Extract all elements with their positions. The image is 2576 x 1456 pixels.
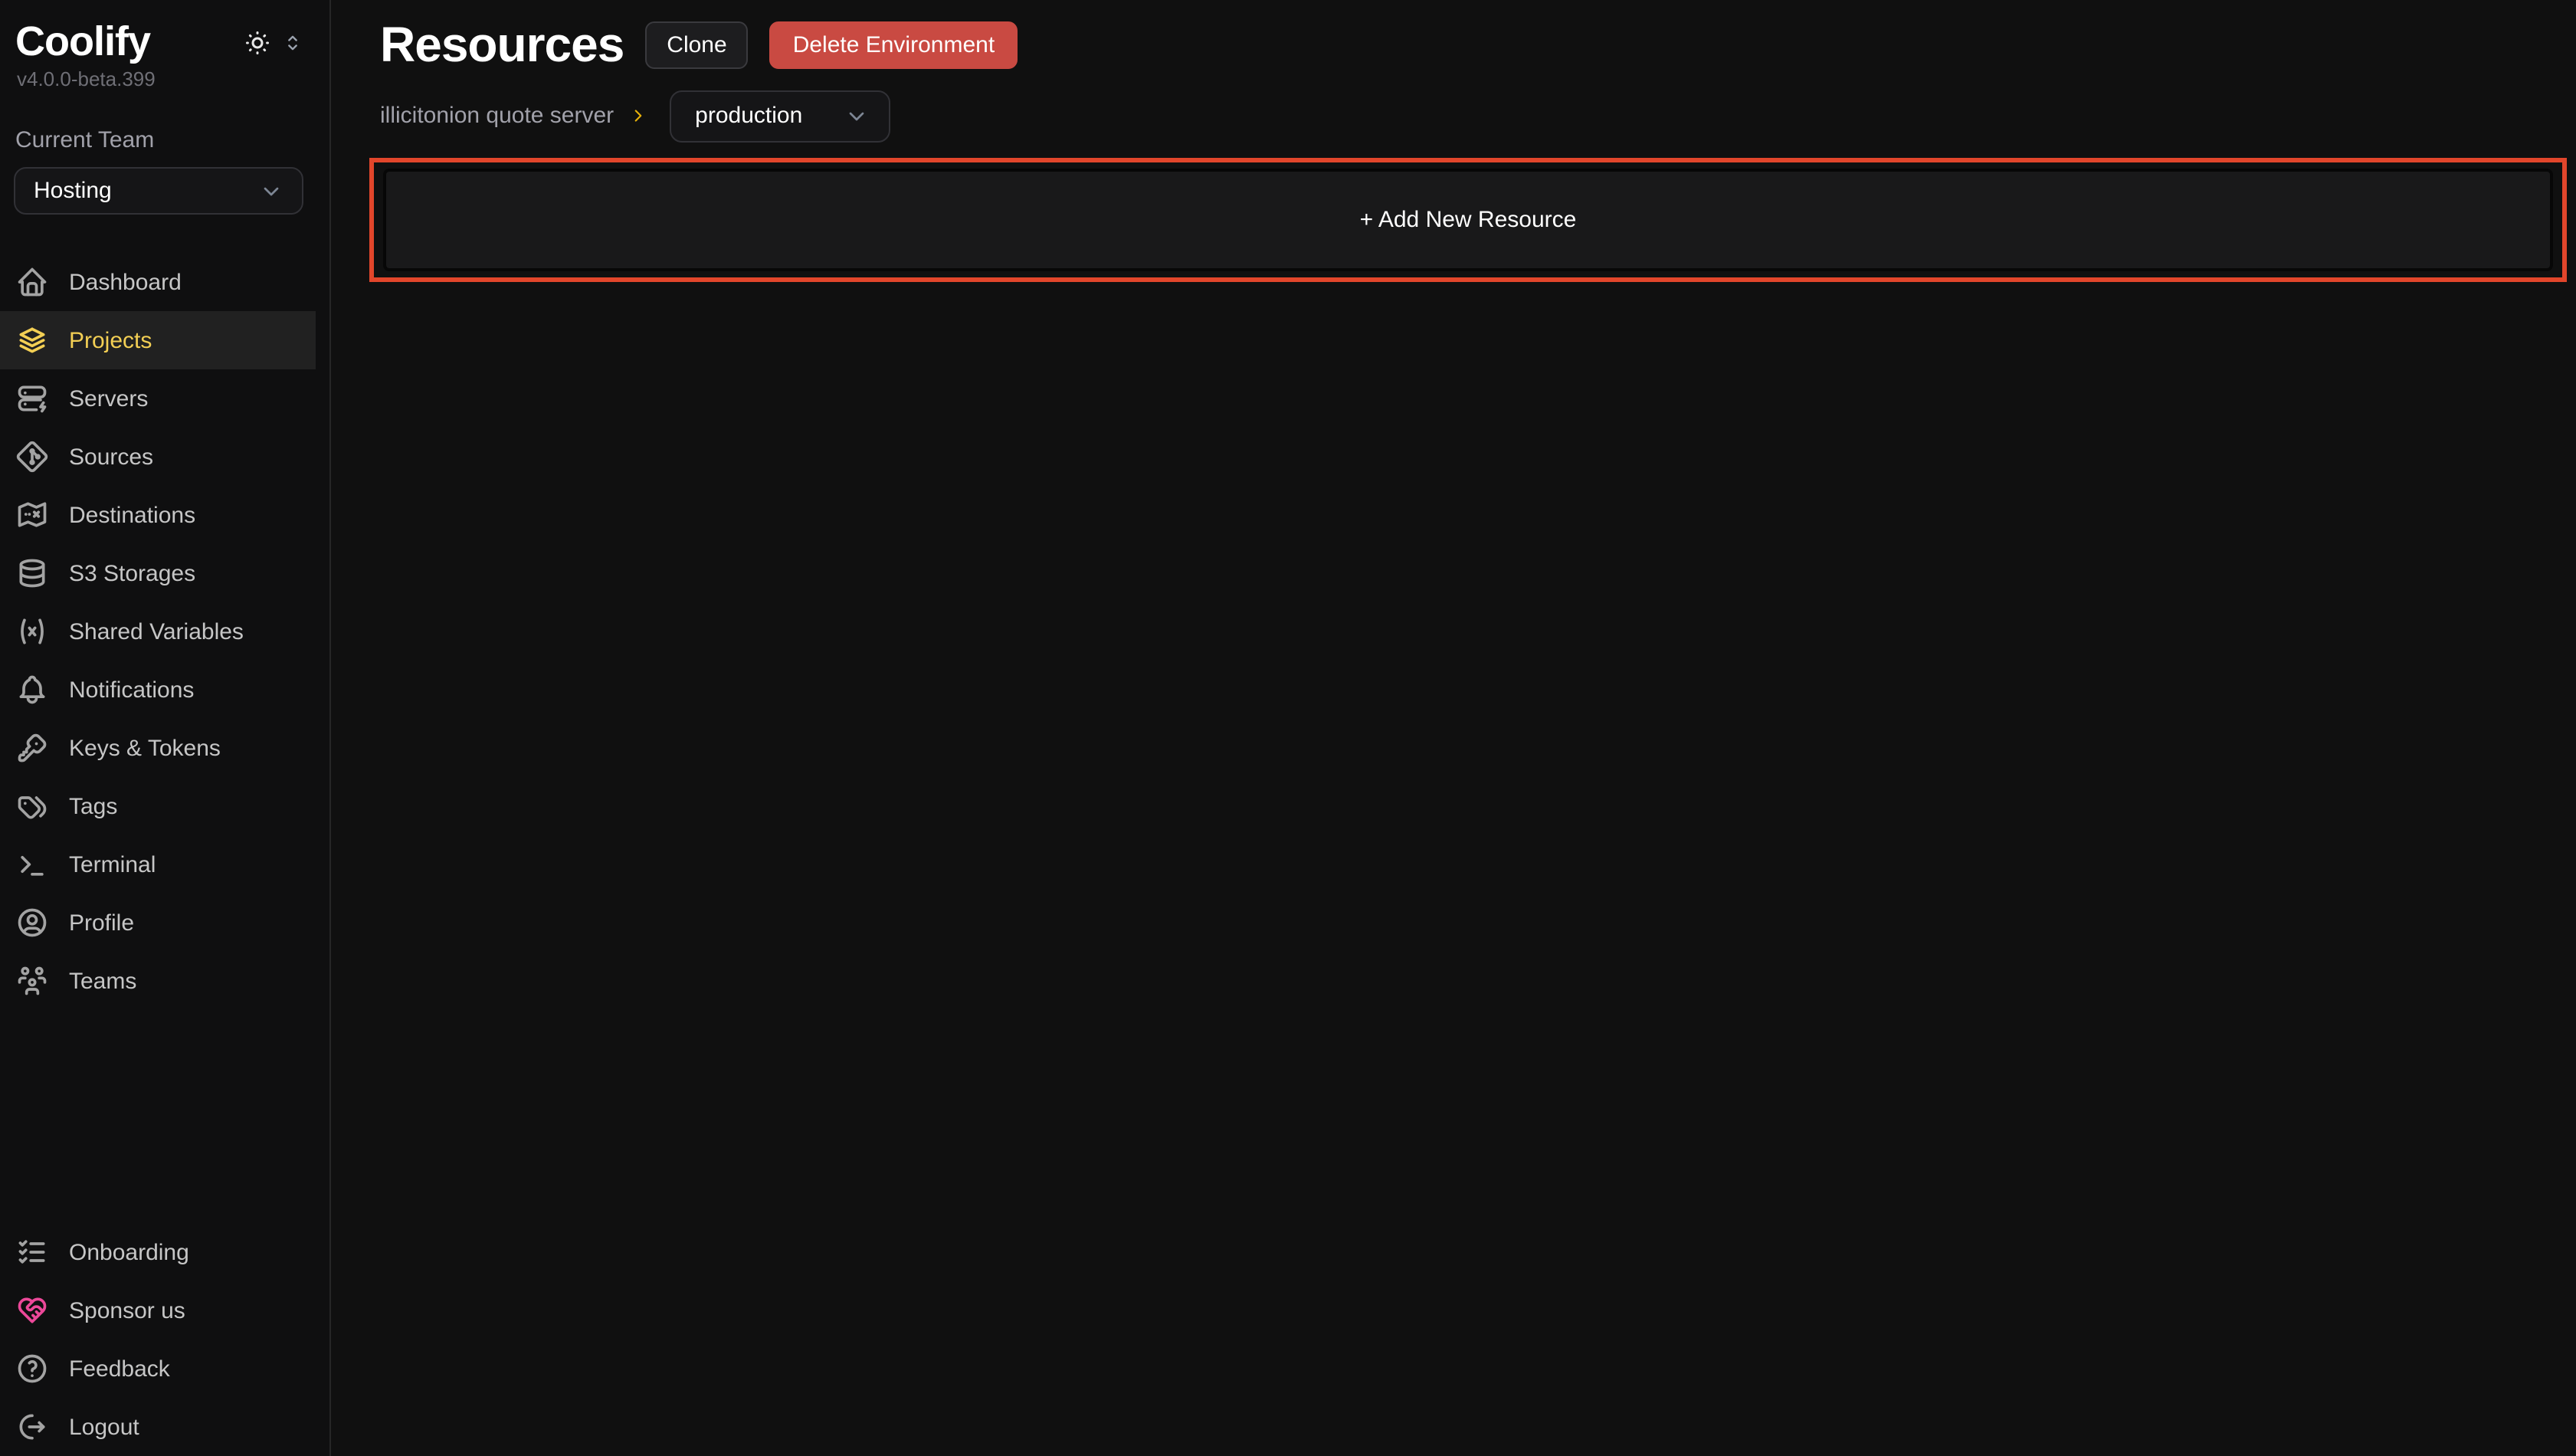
sidebar-item-label: Keys & Tokens: [69, 735, 221, 761]
users-group-icon: [15, 964, 49, 998]
team-selector[interactable]: Hosting: [14, 167, 303, 215]
sidebar-item-logout[interactable]: Logout: [0, 1398, 316, 1456]
sidebar-item-teams[interactable]: Teams: [0, 952, 316, 1010]
git-diamond-icon: [15, 440, 49, 474]
sidebar-item-label: Sources: [69, 444, 153, 470]
sidebar-item-label: Onboarding: [69, 1239, 189, 1265]
sidebar-item-tags[interactable]: Tags: [0, 777, 316, 835]
app-version: v4.0.0-beta.399: [17, 67, 329, 90]
chevron-right-icon: [628, 106, 647, 126]
sidebar-item-servers[interactable]: Servers: [0, 369, 316, 428]
chevron-down-icon: [844, 103, 868, 128]
sidebar-header-icons: [244, 28, 303, 56]
sidebar-item-label: Teams: [69, 968, 136, 994]
sidebar-item-sponsor-us[interactable]: Sponsor us: [0, 1281, 316, 1340]
sidebar-item-terminal[interactable]: Terminal: [0, 835, 316, 894]
tags-icon: [15, 789, 49, 823]
team-selected-value: Hosting: [34, 178, 112, 204]
key-icon: [15, 731, 49, 765]
add-new-resource-button[interactable]: + Add New Resource: [383, 169, 2553, 271]
sidebar-item-dashboard[interactable]: Dashboard: [0, 253, 316, 311]
variable-parentheses-icon: [15, 615, 49, 648]
sidebar-item-label: Logout: [69, 1414, 139, 1440]
main-content: Resources Clone Delete Environment illic…: [331, 0, 2576, 1456]
sidebar-item-profile[interactable]: Profile: [0, 894, 316, 952]
breadcrumb: illicitonion quote server production: [380, 90, 2576, 142]
sidebar-item-label: Notifications: [69, 677, 194, 703]
sidebar-item-label: Servers: [69, 385, 148, 412]
sidebar-nav: Dashboard Projects Servers Sources Destinati…: [0, 253, 329, 1010]
sidebar-item-feedback[interactable]: Feedback: [0, 1340, 316, 1398]
sidebar-item-destinations[interactable]: Destinations: [0, 486, 316, 544]
map-x-icon: [15, 498, 49, 532]
home-icon: [15, 265, 49, 299]
heart-handshake-icon: [15, 1294, 49, 1327]
sidebar-item-shared-variables[interactable]: Shared Variables: [0, 602, 316, 661]
clone-button[interactable]: Clone: [645, 21, 748, 69]
current-team-label: Current Team: [15, 127, 329, 153]
app-logo[interactable]: Coolify: [15, 18, 150, 66]
sidebar-spacer: [0, 1010, 329, 1223]
sidebar-item-label: Feedback: [69, 1356, 170, 1382]
database-icon: [15, 556, 49, 590]
sidebar-item-label: Destinations: [69, 502, 195, 528]
sidebar-item-label: Shared Variables: [69, 618, 244, 644]
selector-icon[interactable]: [282, 31, 303, 53]
sidebar-item-onboarding[interactable]: Onboarding: [0, 1223, 316, 1281]
environment-selector[interactable]: production: [669, 90, 890, 142]
sidebar-item-sources[interactable]: Sources: [0, 428, 316, 486]
sidebar-item-label: Terminal: [69, 851, 156, 877]
chevron-down-icon: [259, 179, 283, 203]
stack-icon: [15, 323, 49, 357]
delete-environment-button[interactable]: Delete Environment: [770, 21, 1018, 69]
sidebar: Coolify v4.0.0-beta.399 Current Team Hos…: [0, 0, 331, 1456]
sidebar-item-projects[interactable]: Projects: [0, 311, 316, 369]
sidebar-item-label: S3 Storages: [69, 560, 195, 586]
sun-icon[interactable]: [244, 28, 271, 56]
app-window: Coolify v4.0.0-beta.399 Current Team Hos…: [0, 0, 2576, 1456]
server-bolt-icon: [15, 382, 49, 415]
help-circle-icon: [15, 1352, 49, 1385]
sidebar-item-s3-storages[interactable]: S3 Storages: [0, 544, 316, 602]
breadcrumb-project-link[interactable]: illicitonion quote server: [380, 103, 614, 129]
sidebar-footer-nav: Onboarding Sponsor us Feedback Logout: [0, 1223, 329, 1456]
bell-icon: [15, 673, 49, 707]
logout-icon: [15, 1410, 49, 1444]
sidebar-item-notifications[interactable]: Notifications: [0, 661, 316, 719]
sidebar-item-label: Dashboard: [69, 269, 182, 295]
user-circle-icon: [15, 906, 49, 940]
annotation-highlight-box: + Add New Resource: [369, 158, 2567, 282]
environment-selected-value: production: [695, 103, 802, 129]
sidebar-item-label: Projects: [69, 327, 152, 353]
sidebar-item-label: Tags: [69, 793, 117, 819]
page-header: Resources Clone Delete Environment: [331, 0, 2576, 71]
sidebar-item-keys-tokens[interactable]: Keys & Tokens: [0, 719, 316, 777]
sidebar-item-label: Sponsor us: [69, 1297, 185, 1323]
list-check-icon: [15, 1235, 49, 1269]
sidebar-item-label: Profile: [69, 910, 134, 936]
terminal-icon: [15, 848, 49, 881]
sidebar-header: Coolify: [15, 18, 303, 66]
page-title: Resources: [380, 18, 624, 71]
